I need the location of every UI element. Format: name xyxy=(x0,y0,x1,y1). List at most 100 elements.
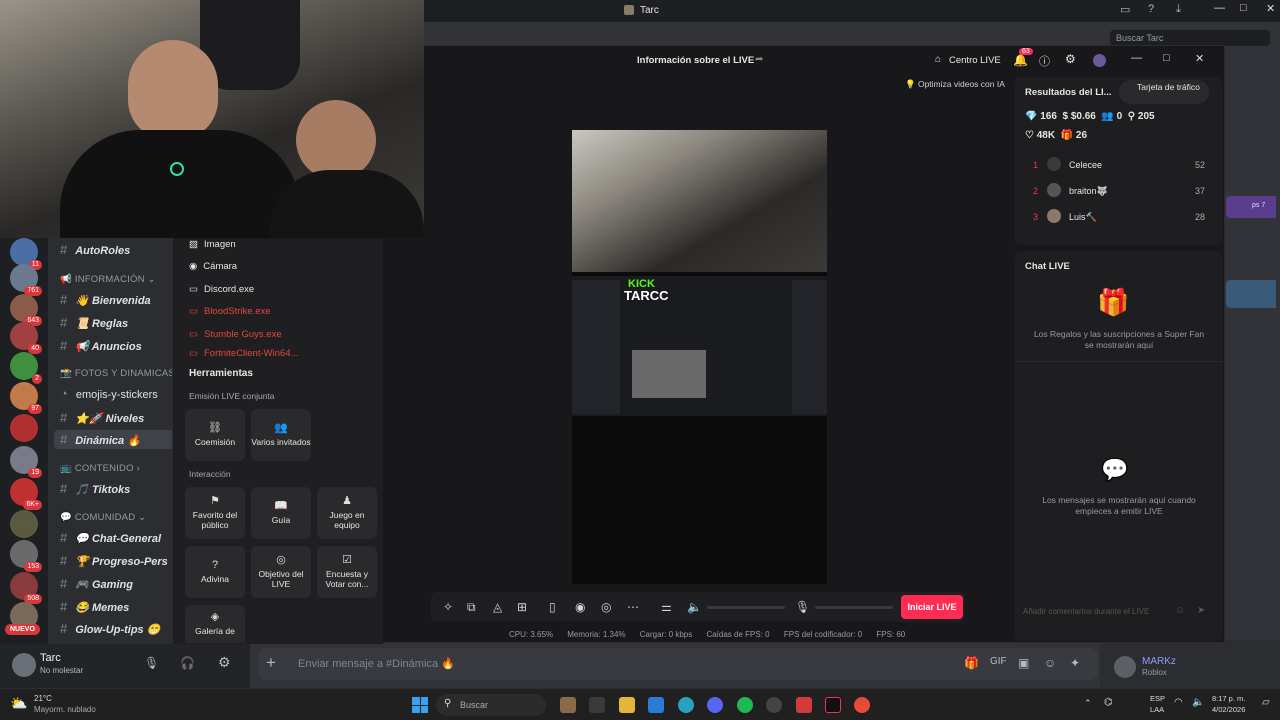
discord-icon[interactable] xyxy=(707,697,723,713)
search-input[interactable]: Buscar Tarc xyxy=(1110,30,1270,46)
more-icon[interactable]: ⋯ xyxy=(627,600,639,614)
optimize-ai-button[interactable]: 💡 Optimiza videos con IA xyxy=(905,79,1005,90)
tile-adivina[interactable]: ? Adivina xyxy=(185,546,245,598)
server-icon[interactable]: 6K+ xyxy=(10,478,42,510)
minimize-button[interactable]: — xyxy=(1131,52,1142,64)
weather-icon[interactable]: ⛅ xyxy=(10,695,27,712)
category-informacion[interactable]: 📢 INFORMACIÓN ⌄ xyxy=(60,274,156,285)
windows-start-icon[interactable] xyxy=(412,697,428,713)
channel-progreso[interactable]: # 🏆 Progreso-Pers xyxy=(60,553,168,568)
camera-toggle-icon[interactable]: ◎ xyxy=(601,600,611,614)
server-icon[interactable]: 508 xyxy=(10,572,42,604)
microphone-icon[interactable]: 🎙 xyxy=(795,600,810,614)
start-live-button[interactable]: Iniciar LIVE xyxy=(901,595,963,619)
traffic-card-button[interactable]: Tarjeta de tráfico xyxy=(1119,80,1209,104)
send-icon[interactable]: ➤ xyxy=(1197,605,1205,616)
roblox-icon[interactable] xyxy=(796,697,812,713)
add-attachment-icon[interactable]: + xyxy=(266,653,276,673)
outlook-icon[interactable] xyxy=(648,697,664,713)
emoji-icon[interactable]: ☺ xyxy=(1175,605,1185,616)
chevron-up-icon[interactable]: ⌃ xyxy=(1084,698,1092,709)
category-contenido[interactable]: 📺 CONTENIDO › xyxy=(60,463,140,474)
source-imagen[interactable]: ▨ Imagen xyxy=(189,239,236,250)
channel-gaming[interactable]: # 🎮 Gaming xyxy=(60,576,133,591)
tile-guia[interactable]: 📖 Guía xyxy=(251,487,311,539)
close-button[interactable]: ✕ xyxy=(1195,52,1204,65)
volume-slider[interactable] xyxy=(707,606,785,609)
avatar[interactable] xyxy=(1114,656,1136,678)
gift-icon[interactable]: 🎁 xyxy=(964,656,979,670)
minimize-button[interactable]: — xyxy=(1214,2,1225,14)
mic-slider[interactable] xyxy=(815,606,893,609)
server-icon[interactable]: 761 xyxy=(10,264,42,296)
channel-memes[interactable]: # 😂 Memes xyxy=(60,599,129,614)
server-icon[interactable] xyxy=(10,414,38,442)
channel-reglas[interactable]: # 📜 Reglas xyxy=(60,315,128,330)
folder-icon[interactable] xyxy=(619,697,635,713)
help-icon[interactable]: ⓘ xyxy=(1039,53,1050,69)
equalizer-icon[interactable]: ⚌ xyxy=(661,600,672,614)
source-camara[interactable]: ◉ Cámara xyxy=(189,261,237,272)
volume-icon[interactable]: 🔈 xyxy=(687,600,702,614)
centro-live-link[interactable]: Centro LIVE xyxy=(949,55,1001,66)
maximize-button[interactable]: □ xyxy=(1163,52,1170,64)
channel-anuncios[interactable]: # 📢 Anuncios xyxy=(60,338,142,353)
settings-icon[interactable]: ⚙ xyxy=(1065,52,1076,66)
avatar[interactable] xyxy=(1093,54,1106,67)
obs-icon[interactable] xyxy=(766,697,782,713)
share-icon[interactable]: ➦ xyxy=(755,54,763,65)
language-indicator[interactable]: ESP xyxy=(1150,694,1165,703)
server-icon[interactable]: 11 xyxy=(10,238,42,270)
message-input[interactable]: Enviar mensaje a #Dinámica 🔥 xyxy=(298,657,455,670)
tile-juego[interactable]: ♟ Juego en equipo xyxy=(317,487,377,539)
terminal-icon[interactable] xyxy=(589,697,605,713)
channel-chat-general[interactable]: # 💬 Chat-General xyxy=(60,530,161,545)
app-icon[interactable] xyxy=(560,697,576,713)
channel-bienvenida[interactable]: # 👋 Bienvenida xyxy=(60,292,151,307)
speaker-icon[interactable]: 🔈 xyxy=(1192,697,1204,708)
screen-icon[interactable]: ⊞ xyxy=(517,600,527,614)
source-bloodstrike[interactable]: ▭ BloodStrike.exe xyxy=(189,306,271,317)
channel-niveles[interactable]: # ⭐🚀 Niveles xyxy=(60,410,144,425)
channel-dinamica[interactable]: # Dinámica 🔥 xyxy=(54,430,184,449)
bell-icon[interactable]: 🔔 xyxy=(1013,53,1028,67)
ai-icon[interactable]: ◬ xyxy=(493,600,502,614)
close-button[interactable]: ✕ xyxy=(1266,2,1275,15)
server-icon[interactable]: 40 xyxy=(10,322,42,354)
source-stumble[interactable]: ▭ Stumble Guys.exe xyxy=(189,329,282,340)
headphones-icon[interactable]: 🎧 xyxy=(180,656,195,670)
server-icon[interactable]: 153 xyxy=(10,540,42,572)
server-icon[interactable]: 643 xyxy=(10,294,42,326)
server-icon[interactable] xyxy=(10,510,38,538)
taskbar-search[interactable]: ⚲ Buscar xyxy=(436,694,546,716)
inbox-icon[interactable]: ▭ xyxy=(1120,3,1130,16)
edge-icon[interactable] xyxy=(678,697,694,713)
tile-encuesta[interactable]: ☑ Encuesta y Votar con... xyxy=(317,546,377,598)
tile-galeria[interactable]: ◈ Galería de xyxy=(185,605,245,643)
home-icon[interactable]: ⌂ xyxy=(935,54,941,65)
channel-glowup[interactable]: # Glow-Up-tips 😁 xyxy=(60,621,160,636)
channel-tiktoks[interactable]: # 🎵 Tiktoks xyxy=(60,481,130,496)
gif-icon[interactable]: GIF xyxy=(990,656,1007,667)
layout-icon[interactable]: ⧉ xyxy=(467,600,476,615)
phone-icon[interactable]: ▯ xyxy=(549,600,556,614)
microphone-icon[interactable]: 🎙 xyxy=(144,656,159,670)
help-icon[interactable]: ? xyxy=(1148,3,1154,15)
tile-favorito[interactable]: ⚑ Favorito del público xyxy=(185,487,245,539)
magic-icon[interactable]: ✧ xyxy=(443,600,453,614)
tiktok-icon[interactable] xyxy=(825,697,841,713)
apps-icon[interactable]: ✦ xyxy=(1070,656,1080,670)
tile-varios-invitados[interactable]: 👥 Varios invitados xyxy=(251,409,311,461)
download-icon[interactable]: ⤓ xyxy=(1176,3,1181,16)
chrome-icon[interactable] xyxy=(854,697,870,713)
category-fotos[interactable]: 📸 FOTOS Y DINAMICAS ⌄ xyxy=(60,368,186,379)
source-discord[interactable]: ▭ Discord.exe xyxy=(189,284,254,295)
server-icon[interactable]: 19 xyxy=(10,446,42,478)
spotify-icon[interactable] xyxy=(737,697,753,713)
network-icon[interactable]: ⌬ xyxy=(1104,697,1113,708)
server-icon[interactable]: 2 xyxy=(10,352,42,384)
channel-emojis[interactable]: ◔ emojis-y-stickers xyxy=(60,386,158,401)
wifi-icon[interactable]: ◠ xyxy=(1174,697,1183,708)
avatar[interactable] xyxy=(12,653,36,677)
server-icon[interactable]: 97 xyxy=(10,382,42,414)
